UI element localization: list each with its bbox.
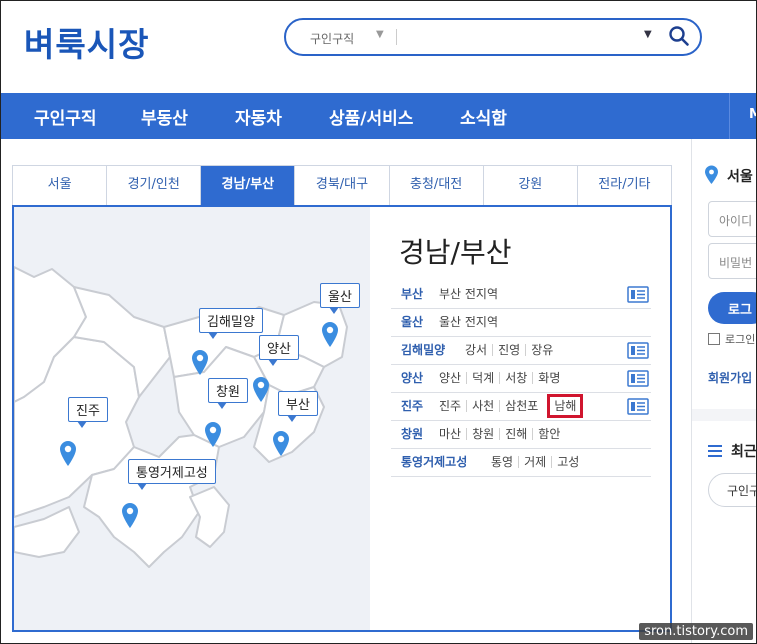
map-label-busan[interactable]: 부산 xyxy=(278,391,318,422)
region-row-ulsan: 울산 울산 전지역 xyxy=(391,309,651,337)
region-name[interactable]: 창원 xyxy=(401,421,423,448)
sub-region[interactable]: 장유 xyxy=(525,344,558,356)
region-row-yangsan: 양산 양산 덕계 서창 화명 xyxy=(391,365,651,393)
sidebar-border xyxy=(691,139,692,644)
password-field[interactable]: 비밀번 xyxy=(708,243,757,279)
search-icon[interactable] xyxy=(668,25,690,47)
map-label-jinju[interactable]: 진주 xyxy=(68,397,108,428)
nav-news[interactable]: 소식함 xyxy=(460,104,507,129)
nav-jobs[interactable]: 구인구직 xyxy=(34,104,97,129)
document-list-icon[interactable] xyxy=(627,342,649,359)
map-label-gimhae-miryang[interactable]: 김해밀양 xyxy=(199,308,263,339)
location-pin-icon xyxy=(705,165,718,184)
sub-region[interactable]: 강서 xyxy=(465,344,492,356)
region-list: 부산 부산 전지역 울산 울산 전지역 김해밀양 강서 진영 장유 양산 양산 덕계 서… xyxy=(391,281,651,477)
ulsan-pin-icon[interactable] xyxy=(320,320,340,348)
map-label-tongyeong-geoje-goseong[interactable]: 통영거제고성 xyxy=(128,459,216,490)
changwon-pin-icon[interactable] xyxy=(203,420,223,448)
search-input[interactable] xyxy=(402,26,632,48)
watermark: sron.tistory.com xyxy=(639,623,753,640)
region-panel: 울산 김해밀양 양산 창원 부산 진주 통영거제고성 경남/부산 부산 부산 전… xyxy=(12,205,672,632)
tab-gyeongnam-busan[interactable]: 경남/부산 xyxy=(201,166,296,205)
sidebar-location[interactable]: 서울 xyxy=(727,166,753,186)
sub-region[interactable]: 울산 전지역 xyxy=(439,316,503,328)
region-row-tongyeong-geoje-goseong: 통영거제고성 통영 거제 고성 xyxy=(391,449,651,477)
sub-region[interactable]: 서창 xyxy=(499,372,532,384)
signup-link[interactable]: 회원가입 xyxy=(708,369,752,386)
document-list-icon[interactable] xyxy=(627,370,649,387)
sub-region-highlighted[interactable]: 남해 xyxy=(547,394,584,418)
region-name[interactable]: 김해밀양 xyxy=(401,337,445,364)
tab-chungcheong-daejeon[interactable]: 충청/대전 xyxy=(389,166,484,205)
sub-region[interactable]: 거제 xyxy=(518,456,551,468)
nav-divider xyxy=(729,93,730,139)
region-name[interactable]: 울산 xyxy=(401,309,423,336)
region-row-changwon: 창원 마산 창원 진해 함안 xyxy=(391,421,651,449)
document-list-icon[interactable] xyxy=(627,286,649,303)
search-category-select[interactable]: 구인구직 xyxy=(310,30,354,47)
tab-seoul[interactable]: 서울 xyxy=(13,166,108,205)
region-name[interactable]: 양산 xyxy=(401,365,423,392)
map-label-yangsan[interactable]: 양산 xyxy=(259,335,299,366)
login-button[interactable]: 로그 xyxy=(708,292,757,324)
sub-region[interactable]: 통영 xyxy=(491,456,518,468)
sub-region[interactable]: 화명 xyxy=(532,372,565,384)
sub-region[interactable]: 고성 xyxy=(551,456,584,468)
nav-goods-services[interactable]: 상품/서비스 xyxy=(329,104,413,129)
sidebar-divider xyxy=(692,409,757,421)
recent-title: 최근 xyxy=(731,444,757,460)
region-row-gimhae-miryang: 김해밀양 강서 진영 장유 xyxy=(391,337,651,365)
sub-region[interactable]: 양산 xyxy=(439,372,466,384)
menu-icon xyxy=(708,445,722,457)
jinju-pin-icon[interactable] xyxy=(58,439,78,467)
sub-region[interactable]: 함안 xyxy=(532,428,565,440)
keep-login-checkbox[interactable] xyxy=(708,333,720,345)
tab-gyeongbuk-daegu[interactable]: 경북/대구 xyxy=(295,166,390,205)
yangsan-pin-icon[interactable] xyxy=(251,375,271,403)
sub-region[interactable]: 사천 xyxy=(466,400,499,412)
region-title: 경남/부산 xyxy=(399,236,512,269)
region-row-jinju: 진주 진주 사천 삼천포 남해 xyxy=(391,393,651,421)
id-field[interactable]: 아이디 xyxy=(708,201,757,237)
tab-gangwon[interactable]: 강원 xyxy=(483,166,578,205)
busan-pin-icon[interactable] xyxy=(271,429,291,457)
region-name[interactable]: 통영거제고성 xyxy=(401,449,467,476)
search-divider xyxy=(396,29,397,45)
search-bar: 구인구직 ▼ ▼ xyxy=(284,18,702,56)
gimhae-miryang-pin-icon[interactable] xyxy=(190,348,210,376)
tongyeong-pin-icon[interactable] xyxy=(120,501,140,529)
region-tabs: 서울 경기/인천 경남/부산 경북/대구 충청/대전 강원 전라/기타 xyxy=(12,165,672,205)
site-logo[interactable]: 벼룩시장 xyxy=(24,18,149,66)
sub-region[interactable]: 마산 xyxy=(439,428,466,440)
region-row-busan: 부산 부산 전지역 xyxy=(391,281,651,309)
sub-region[interactable]: 진주 xyxy=(439,400,466,412)
map-label-ulsan[interactable]: 울산 xyxy=(320,283,360,314)
sub-region[interactable]: 진영 xyxy=(492,344,525,356)
tab-gyeonggi-incheon[interactable]: 경기/인천 xyxy=(107,166,202,205)
nav-real-estate[interactable]: 부동산 xyxy=(141,104,188,129)
map-label-changwon[interactable]: 창원 xyxy=(208,378,248,409)
sub-region[interactable]: 진해 xyxy=(499,428,532,440)
sub-region[interactable]: 덕계 xyxy=(466,372,499,384)
region-map: 울산 김해밀양 양산 창원 부산 진주 통영거제고성 xyxy=(14,207,370,630)
keep-login-label: 로그인 xyxy=(725,333,756,346)
region-name[interactable]: 진주 xyxy=(401,393,423,420)
recent-tab-jobs[interactable]: 구인구 xyxy=(708,473,757,507)
document-list-icon[interactable] xyxy=(627,398,649,415)
nav-cars[interactable]: 자동차 xyxy=(235,104,282,129)
nav-more[interactable]: M xyxy=(749,107,757,122)
sub-region[interactable]: 부산 전지역 xyxy=(439,288,503,300)
region-name[interactable]: 부산 xyxy=(401,281,423,308)
tab-jeolla-etc[interactable]: 전라/기타 xyxy=(577,166,671,205)
category-dropdown-icon[interactable]: ▼ xyxy=(376,29,384,40)
search-history-dropdown-icon[interactable]: ▼ xyxy=(644,29,652,40)
sub-region[interactable]: 삼천포 xyxy=(499,400,543,412)
sub-region[interactable]: 창원 xyxy=(466,428,499,440)
main-nav: 구인구직 부동산 자동차 상품/서비스 소식함 M xyxy=(0,93,757,139)
